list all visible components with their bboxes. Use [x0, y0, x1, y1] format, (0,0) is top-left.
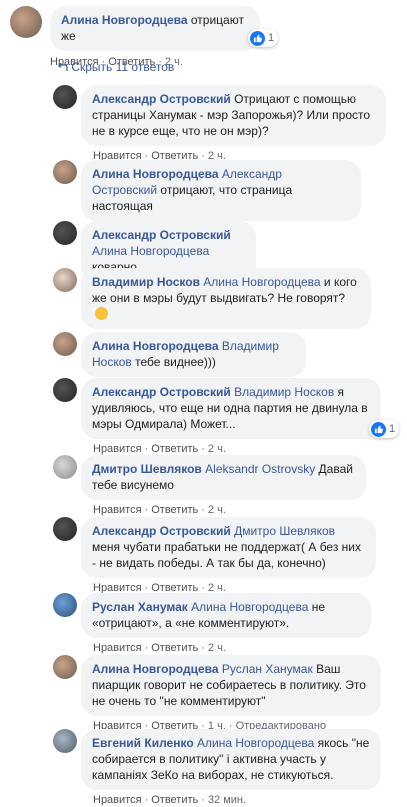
comment-author[interactable]: Александр Островский: [92, 228, 231, 242]
comment-author[interactable]: Алина Новгородцева: [92, 167, 219, 181]
reply-button[interactable]: Ответить: [151, 504, 198, 516]
mention-link[interactable]: Дмитро Шевляков: [234, 524, 335, 538]
return-arrow-icon: [58, 60, 68, 74]
avatar[interactable]: [53, 332, 77, 356]
mention-link[interactable]: Алина Новгородцева: [92, 244, 209, 258]
comment-author[interactable]: Владимир Носков: [92, 275, 200, 289]
avatar[interactable]: [53, 268, 77, 292]
avatar[interactable]: [53, 517, 77, 541]
avatar[interactable]: [53, 378, 77, 402]
reply-body: Александр Островский Дмитро Шевляков мен…: [81, 517, 376, 595]
timestamp[interactable]: 2 ч.: [208, 504, 226, 516]
reply-button[interactable]: Ответить: [151, 443, 198, 455]
comment-bubble: Дмитро Шевляков Aleksandr Ostrovsky Дава…: [81, 455, 366, 500]
comment-bubble: Владимир Носков Алина Новгородцева и ког…: [81, 268, 371, 329]
comment-author[interactable]: Александр Островский: [92, 92, 231, 106]
comment-actions: Нравится·Ответить·2 ч.: [93, 504, 226, 516]
comment-bubble: Алина Новгородцева отрицают же: [50, 6, 260, 51]
avatar[interactable]: [53, 85, 77, 109]
comment-actions: Нравится·Ответить·2 ч.: [93, 642, 226, 654]
comment-author[interactable]: Алина Новгородцева: [92, 339, 219, 353]
comment-bubble: Алина Новгородцева Руслан Ханумак Ваш пи…: [81, 655, 381, 716]
avatar[interactable]: [53, 655, 77, 679]
reply-body: Александр Островский Отрицают с помощью …: [81, 85, 386, 163]
like-button[interactable]: Нравится: [93, 443, 142, 455]
comment-author[interactable]: Руслан Ханумак: [92, 600, 188, 614]
avatar[interactable]: [53, 221, 77, 245]
like-button[interactable]: Нравится: [93, 794, 142, 806]
comment-bubble: Евгений Киленко Алина Новгородцева якось…: [81, 729, 381, 790]
avatar[interactable]: [53, 455, 77, 479]
smiley-emoji-icon: [95, 307, 108, 320]
reaction-count[interactable]: 1: [369, 420, 400, 438]
mention-link[interactable]: Aleksandr Ostrovsky: [205, 462, 315, 476]
like-button[interactable]: Нравится: [93, 642, 142, 654]
comment-text: меня чубати прабатьки не поддержат( А бе…: [92, 540, 362, 570]
avatar[interactable]: [53, 729, 77, 753]
mention-link[interactable]: Владимир Носков: [234, 385, 334, 399]
timestamp[interactable]: 2 ч.: [208, 443, 226, 455]
reply-button[interactable]: Ответить: [151, 642, 198, 654]
mention-link[interactable]: Алина Новгородцева: [197, 736, 314, 750]
comment-actions: Нравится · Ответить · 32 мин.: [93, 794, 247, 806]
comment-bubble: Алина Новгородцева Владимир Носков тебе …: [81, 332, 306, 377]
timestamp[interactable]: 32 мин.: [208, 794, 246, 806]
reply-body: Руслан Ханумак Алина Новгородцева не «от…: [81, 593, 371, 655]
like-icon: [371, 421, 386, 437]
hide-replies-link[interactable]: Скрыть 11 ответов: [58, 60, 174, 74]
comment-author[interactable]: Александр Островский: [92, 524, 231, 538]
comment-bubble: Алина Новгородцева Александр Островский …: [81, 160, 361, 221]
like-icon: [250, 30, 265, 46]
mention-link[interactable]: Алина Новгородцева: [191, 600, 308, 614]
reply-button[interactable]: Ответить: [151, 794, 198, 806]
mention-link[interactable]: Алина Новгородцева: [203, 275, 320, 289]
timestamp[interactable]: 2 ч.: [208, 642, 226, 654]
avatar[interactable]: [53, 160, 77, 184]
comment-bubble: Александр Островский Отрицают с помощью …: [81, 85, 386, 146]
reply-body: Евгений Киленко Алина Новгородцева якось…: [81, 729, 381, 807]
comment-author[interactable]: Алина Новгородцева: [61, 13, 188, 27]
avatar[interactable]: [10, 6, 42, 38]
comment-bubble: Руслан Ханумак Алина Новгородцева не «от…: [81, 593, 371, 638]
reaction-count[interactable]: 1: [248, 29, 279, 47]
avatar[interactable]: [53, 593, 77, 617]
like-button[interactable]: Нравится: [93, 504, 142, 516]
comment-author[interactable]: Евгений Киленко: [92, 736, 194, 750]
reply-body: Алина Новгородцева Руслан Ханумак Ваш пи…: [81, 655, 381, 733]
comment-author[interactable]: Алина Новгородцева: [92, 662, 219, 676]
reply-body: Александр Островский Владимир Носков я у…: [81, 378, 400, 456]
reply-body: Дмитро Шевляков Aleksandr Ostrovsky Дава…: [81, 455, 366, 517]
comment-bubble: Александр Островский Владимир Носков я у…: [81, 378, 381, 439]
comment-author[interactable]: Александр Островский: [92, 385, 231, 399]
mention-link[interactable]: Руслан Ханумак: [222, 662, 313, 676]
comment-actions: Нравится·Ответить·2 ч.: [93, 443, 226, 455]
comment-author[interactable]: Дмитро Шевляков: [92, 462, 202, 476]
comment-text: тебе виднее))): [135, 355, 216, 369]
comment-bubble: Александр Островский Дмитро Шевляков мен…: [81, 517, 376, 578]
